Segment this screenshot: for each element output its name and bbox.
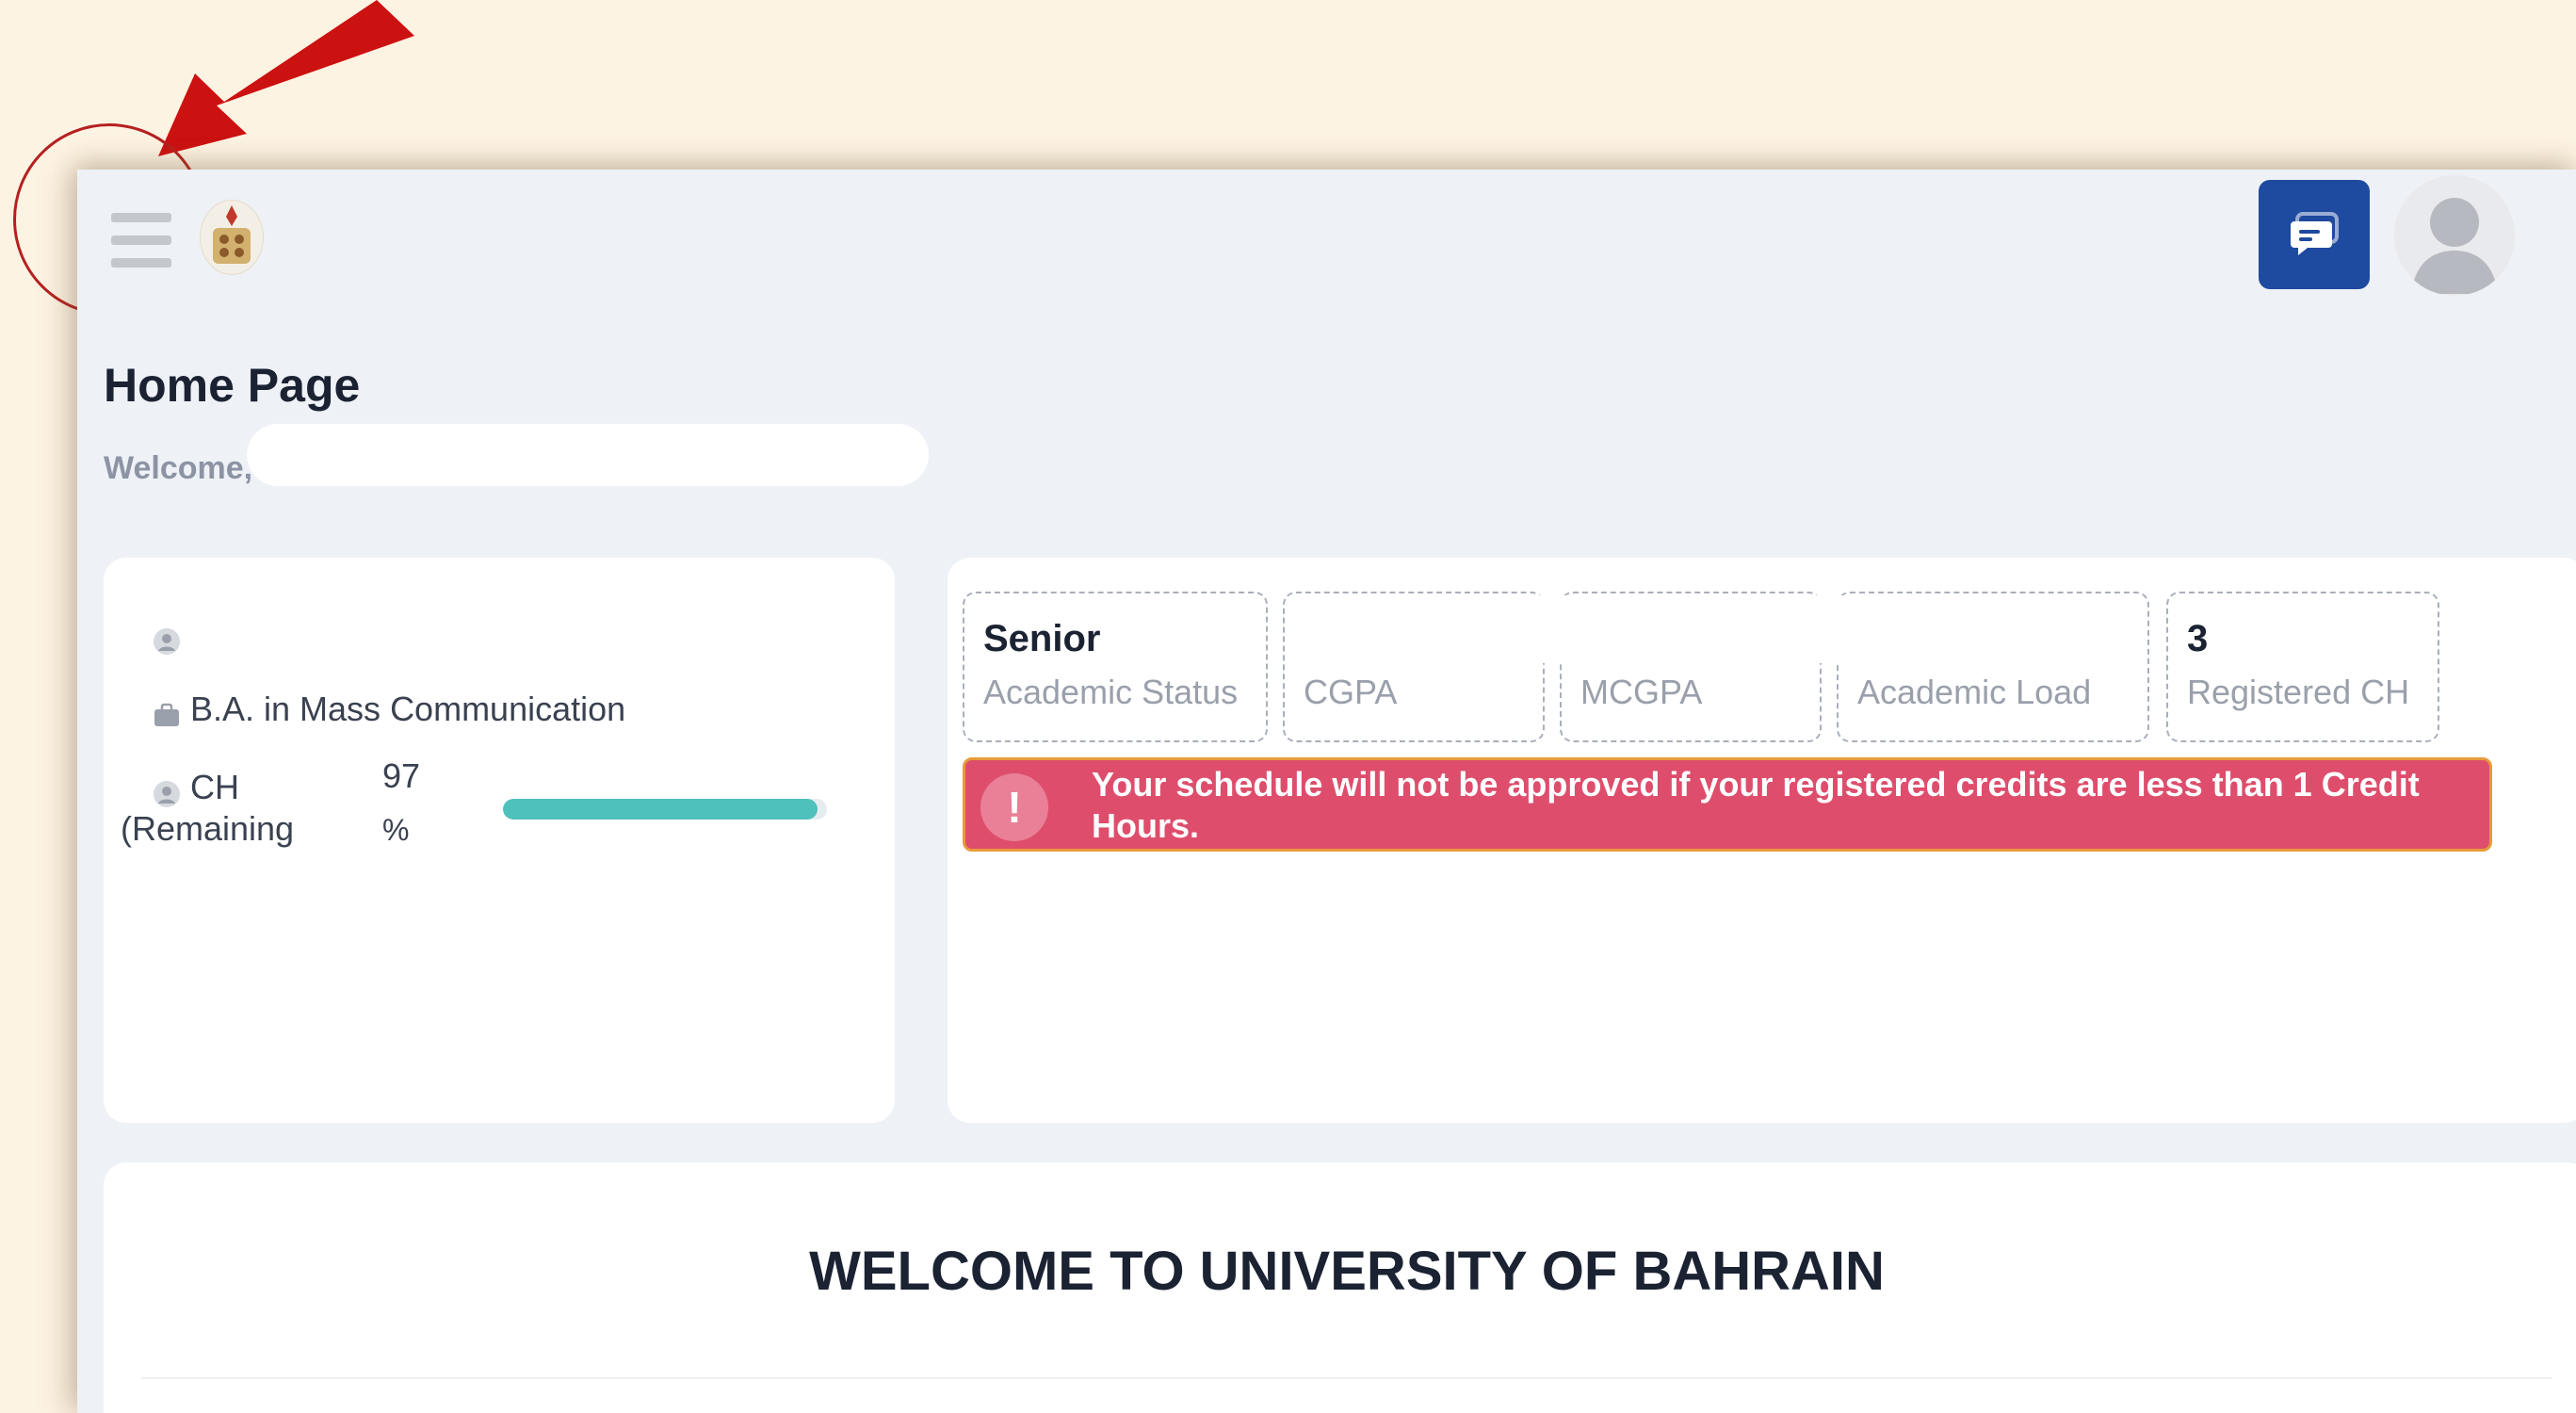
stat-label: Academic Load	[1857, 673, 2092, 711]
ch-progress-fill	[503, 799, 818, 820]
stat-label: CGPA	[1304, 673, 1398, 711]
ch-percent-number: 97	[382, 756, 421, 795]
user-avatar-button[interactable]	[2394, 175, 2515, 296]
messages-button[interactable]	[2259, 180, 2370, 289]
hamburger-menu-icon[interactable]	[111, 213, 171, 268]
chat-message-icon	[2291, 212, 2339, 255]
program-name: B.A. in Mass Communication	[190, 690, 626, 728]
divider	[141, 1377, 2552, 1379]
alert-message: Your schedule will not be approved if yo…	[1092, 765, 2420, 845]
briefcase-icon	[154, 703, 179, 726]
university-logo[interactable]	[200, 200, 264, 275]
ch-label-line-2: (Remaining	[121, 809, 295, 848]
welcome-card: WELCOME TO UNIVERSITY OF BAHRAIN	[104, 1162, 2576, 1413]
ch-percent-value: 97 %	[382, 750, 420, 856]
page-title: Home Page	[104, 359, 361, 412]
app-screen: Home Page Welcome, B.A. in Mass Communic…	[77, 170, 2576, 1413]
stat-label: Registered CH	[2187, 673, 2410, 711]
user-icon	[154, 628, 180, 655]
ch-percent-sign: %	[382, 813, 410, 847]
credit-warning-alert: ! Your schedule will not be approved if …	[963, 757, 2492, 852]
annotation-arrow-icon	[158, 0, 414, 156]
ch-remaining-label: CH (Remaining	[121, 767, 294, 850]
stat-label: Academic Status	[983, 673, 1239, 711]
welcome-heading: WELCOME TO UNIVERSITY OF BAHRAIN	[809, 1241, 1885, 1302]
welcome-label: Welcome,	[104, 450, 253, 486]
stat-value: Senior	[983, 618, 1101, 659]
stat-value: 3	[2187, 618, 2209, 659]
stat-registered-ch: 3 Registered CH	[2166, 592, 2439, 742]
academic-stats-card: Senior Academic Status CGPA MCGPA Academ…	[948, 558, 2576, 1123]
student-profile-card: B.A. in Mass Communication CH (Remaining…	[104, 558, 895, 1123]
redacted-name	[190, 610, 463, 663]
user-avatar-icon	[2411, 198, 2498, 294]
ch-label-line-1: CH	[190, 768, 239, 806]
redacted-student-name	[247, 424, 929, 486]
stat-academic-status: Senior Academic Status	[963, 592, 1268, 742]
ch-progress-bar	[503, 799, 827, 820]
exclamation-icon: !	[980, 773, 1048, 841]
stat-label: MCGPA	[1580, 673, 1703, 711]
redacted-stat-values	[1305, 595, 2134, 663]
